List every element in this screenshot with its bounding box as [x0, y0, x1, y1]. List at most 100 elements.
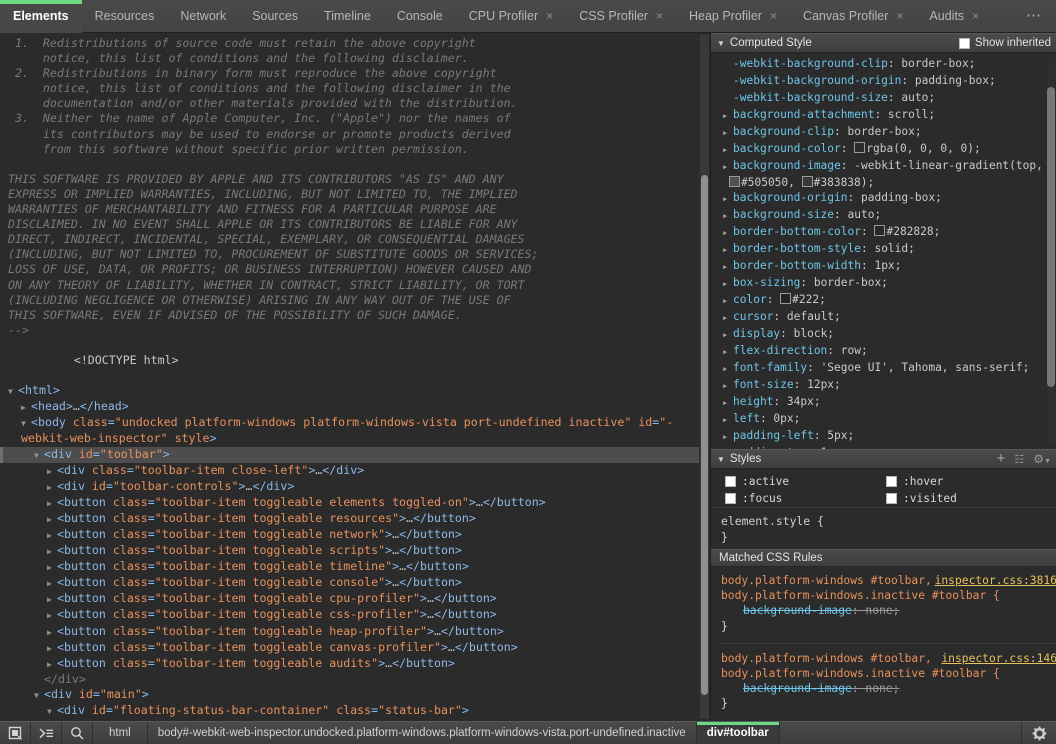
- css-rule[interactable]: inspector.css:146body.platform-windows #…: [721, 643, 1056, 712]
- disclosure-triangle-icon[interactable]: [47, 656, 57, 672]
- dom-node[interactable]: <div class="toolbar-item close-left">…</…: [0, 463, 700, 479]
- checkbox[interactable]: [725, 476, 736, 487]
- disclosure-triangle-icon[interactable]: ▶: [723, 143, 733, 158]
- disclosure-triangle-icon[interactable]: ▶: [723, 277, 733, 292]
- element-state-icon[interactable]: ☷: [1014, 453, 1024, 466]
- search-icon[interactable]: [62, 722, 93, 744]
- computed-property[interactable]: ▶color: #222;: [723, 292, 1056, 309]
- computed-property[interactable]: ▶font-size: 12px;: [723, 377, 1056, 394]
- computed-property[interactable]: ▶display: block;: [723, 326, 1056, 343]
- dom-node[interactable]: <button class="toolbar-item toggleable c…: [0, 640, 700, 656]
- console-drawer-icon[interactable]: [31, 722, 62, 744]
- computed-property[interactable]: ▶-webkit-background-clip: border-box;: [723, 56, 1056, 73]
- computed-property[interactable]: ▶box-sizing: border-box;: [723, 275, 1056, 292]
- disclosure-triangle-icon[interactable]: ▶: [723, 294, 733, 309]
- css-rule[interactable]: inspector.css:3816body.platform-windows …: [721, 573, 1056, 634]
- show-inherited-checkbox[interactable]: [959, 38, 970, 49]
- close-icon[interactable]: ×: [770, 10, 777, 22]
- dom-tree-scrollbar[interactable]: [699, 35, 709, 719]
- gear-dropdown-icon[interactable]: ⚙▼: [1033, 452, 1051, 466]
- tab-console[interactable]: Console: [384, 0, 456, 33]
- disclosure-triangle-icon[interactable]: ▶: [723, 160, 733, 175]
- pseudo-state-active[interactable]: :active: [725, 473, 886, 490]
- styles-header[interactable]: ▼ Styles + ☷ ⚙▼: [711, 449, 1056, 469]
- disclosure-triangle-icon[interactable]: [34, 687, 44, 703]
- dom-node[interactable]: <button class="toolbar-item toggleable n…: [0, 527, 700, 543]
- dom-tree[interactable]: 1. Redistributions of source code must r…: [0, 33, 700, 721]
- css-source-link[interactable]: inspector.css:3816: [935, 573, 1056, 588]
- disclosure-triangle-icon[interactable]: [47, 624, 57, 640]
- disclosure-triangle-icon[interactable]: ▶: [723, 260, 733, 275]
- disclosure-triangle-icon[interactable]: ▶: [723, 345, 733, 360]
- disclosure-triangle-icon[interactable]: [47, 543, 57, 559]
- dom-node[interactable]: <div id="main">: [0, 687, 700, 703]
- dom-node[interactable]: <button class="toolbar-item toggleable c…: [0, 575, 700, 591]
- disclosure-triangle-icon[interactable]: [8, 383, 18, 399]
- disclosure-triangle-icon[interactable]: ▶: [723, 209, 733, 224]
- matched-css-rules-list[interactable]: inspector.css:3816body.platform-windows …: [711, 567, 1056, 721]
- dom-node[interactable]: </div>: [0, 672, 700, 687]
- tab-canvas-profiler[interactable]: Canvas Profiler×: [790, 0, 916, 33]
- css-declaration[interactable]: background-image: none;: [721, 603, 1056, 618]
- close-icon[interactable]: ×: [972, 10, 979, 22]
- disclosure-triangle-icon[interactable]: [47, 511, 57, 527]
- tab-resources[interactable]: Resources: [82, 0, 168, 33]
- disclosure-triangle-icon[interactable]: ▶: [723, 379, 733, 394]
- tab-sources[interactable]: Sources: [239, 0, 311, 33]
- close-icon[interactable]: ×: [546, 10, 553, 22]
- tab-audits[interactable]: Audits×: [916, 0, 992, 33]
- computed-property[interactable]: ▶flex-direction: row;: [723, 343, 1056, 360]
- disclosure-triangle-icon[interactable]: [47, 495, 57, 511]
- close-icon[interactable]: ×: [656, 10, 663, 22]
- color-swatch[interactable]: [874, 225, 885, 236]
- disclosure-triangle-icon[interactable]: [21, 415, 31, 431]
- checkbox[interactable]: [886, 476, 897, 487]
- disclosure-triangle-icon[interactable]: ▶: [723, 362, 733, 377]
- dom-node[interactable]: <button class="toolbar-item toggleable r…: [0, 511, 700, 527]
- computed-property[interactable]: ▶border-bottom-width: 1px;: [723, 258, 1056, 275]
- computed-property[interactable]: ▶background-origin: padding-box;: [723, 190, 1056, 207]
- disclosure-triangle-icon[interactable]: [47, 640, 57, 656]
- disclosure-triangle-icon[interactable]: ▶: [723, 413, 733, 428]
- chevron-down-icon[interactable]: ▼: [717, 455, 725, 464]
- disclosure-triangle-icon[interactable]: ▶: [723, 396, 733, 411]
- pseudo-state-focus[interactable]: :focus: [725, 490, 886, 507]
- disclosure-triangle-icon[interactable]: [47, 703, 57, 719]
- disclosure-triangle-icon[interactable]: [47, 591, 57, 607]
- dom-node[interactable]: <head>…</head>: [0, 399, 700, 415]
- computed-property[interactable]: ▶-webkit-background-size: auto;: [723, 90, 1056, 107]
- computed-property[interactable]: ▶background-clip: border-box;: [723, 124, 1056, 141]
- breadcrumb-item[interactable]: html: [93, 722, 148, 744]
- computed-property[interactable]: ▶background-attachment: scroll;: [723, 107, 1056, 124]
- breadcrumb-item[interactable]: body#-webkit-web-inspector.undocked.plat…: [148, 722, 697, 744]
- disclosure-triangle-icon[interactable]: ▶: [723, 192, 733, 207]
- dom-node[interactable]: <button class="toolbar-item toggleable s…: [0, 543, 700, 559]
- checkbox[interactable]: [725, 493, 736, 504]
- tab-timeline[interactable]: Timeline: [311, 0, 384, 33]
- computed-property[interactable]: ▶cursor: default;: [723, 309, 1056, 326]
- tab-css-profiler[interactable]: CSS Profiler×: [566, 0, 676, 33]
- disclosure-triangle-icon[interactable]: ▶: [723, 328, 733, 343]
- tab-cpu-profiler[interactable]: CPU Profiler×: [456, 0, 566, 33]
- tab-elements[interactable]: Elements: [0, 0, 82, 33]
- dom-node[interactable]: <div id="toolbar-controls">…</div>: [0, 479, 700, 495]
- element-style-rule[interactable]: element.style { }: [711, 509, 1056, 547]
- dom-node[interactable]: <button class="toolbar-item toggleable c…: [0, 607, 700, 623]
- color-swatch[interactable]: [729, 176, 740, 187]
- dom-node[interactable]: <body class="undocked platform-windows p…: [0, 415, 700, 446]
- inspect-element-icon[interactable]: [0, 722, 31, 744]
- computed-property[interactable]: ▶border-bottom-style: solid;: [723, 241, 1056, 258]
- computed-style-scrollbar-thumb[interactable]: [1047, 87, 1055, 387]
- computed-property[interactable]: ▶background-image: -webkit-linear-gradie…: [723, 158, 1056, 190]
- tab-heap-profiler[interactable]: Heap Profiler×: [676, 0, 790, 33]
- computed-property[interactable]: ▶left: 0px;: [723, 411, 1056, 428]
- disclosure-triangle-icon[interactable]: [47, 575, 57, 591]
- disclosure-triangle-icon[interactable]: ▶: [723, 126, 733, 141]
- computed-property[interactable]: ▶padding-left: 5px;: [723, 428, 1056, 445]
- computed-property[interactable]: ▶border-bottom-color: #282828;: [723, 224, 1056, 241]
- disclosure-triangle-icon[interactable]: ▶: [723, 430, 733, 445]
- checkbox[interactable]: [886, 493, 897, 504]
- computed-style-list[interactable]: ▶-webkit-background-clip: border-box; ▶-w…: [711, 53, 1056, 449]
- plus-icon[interactable]: +: [997, 453, 1006, 465]
- doctype-node[interactable]: <!DOCTYPE html>: [0, 338, 700, 383]
